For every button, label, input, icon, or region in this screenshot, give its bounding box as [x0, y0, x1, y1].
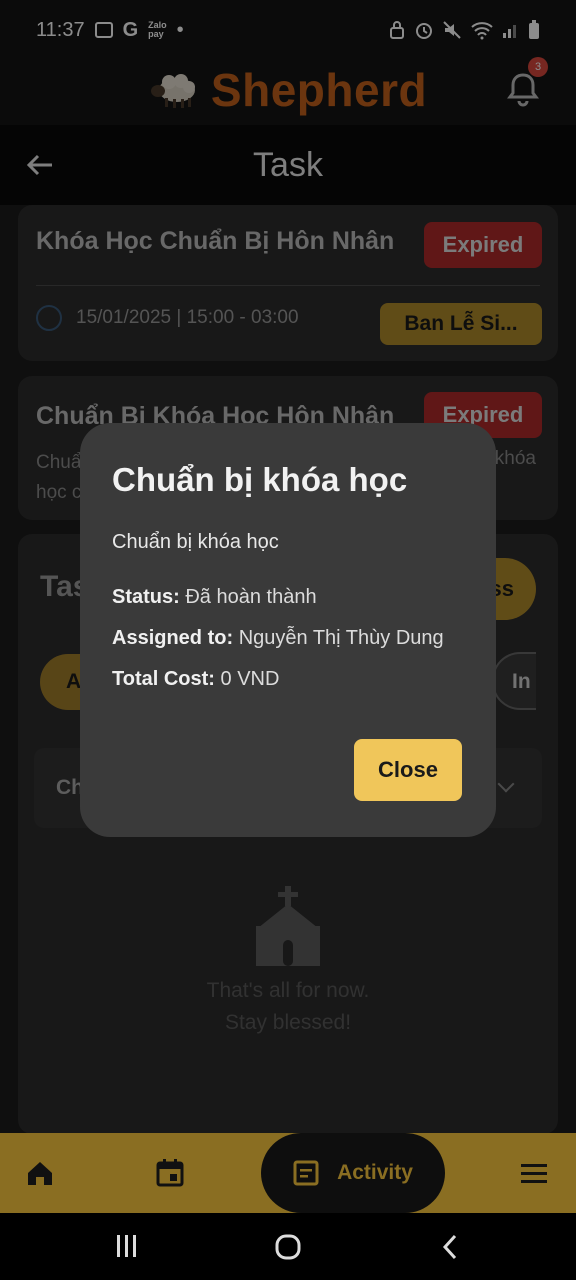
calendar-icon[interactable] [152, 1155, 188, 1191]
activity-icon [293, 1160, 319, 1186]
home-button-icon[interactable] [274, 1233, 302, 1261]
home-icon[interactable] [22, 1155, 58, 1191]
status-value: Đã hoàn thành [185, 586, 317, 608]
cost-value: 0 VND [220, 668, 280, 690]
dialog-cost-row: Total Cost: 0 VND [112, 668, 464, 691]
cost-label: Total Cost: [112, 668, 215, 690]
assigned-label: Assigned to: [112, 627, 234, 649]
dialog-title: Chuẩn bị khóa học [112, 461, 408, 498]
nav-activity[interactable]: Activity [261, 1133, 445, 1213]
assigned-value: Nguyễn Thị Thùy Dung [238, 627, 444, 649]
dialog-subtitle: Chuẩn bị khóa học [112, 531, 279, 553]
bottom-nav: Activity [0, 1133, 576, 1213]
nav-activity-label: Activity [337, 1161, 413, 1184]
menu-icon[interactable] [516, 1155, 552, 1191]
recent-apps-icon[interactable] [114, 1233, 140, 1259]
status-label: Status: [112, 586, 180, 608]
system-nav-bar [0, 1213, 576, 1280]
close-button[interactable]: Close [354, 739, 462, 801]
task-detail-dialog: Chuẩn bị khóa học Chuẩn bị khóa học Stat… [80, 423, 496, 837]
dialog-status-row: Status: Đã hoàn thành [112, 586, 464, 609]
app-screen: 11:37 G Zalo pay • Shepherd 3 Task Khóa … [0, 0, 576, 1280]
dialog-assigned-row: Assigned to: Nguyễn Thị Thùy Dung [112, 627, 464, 650]
back-button-icon[interactable] [440, 1233, 460, 1261]
